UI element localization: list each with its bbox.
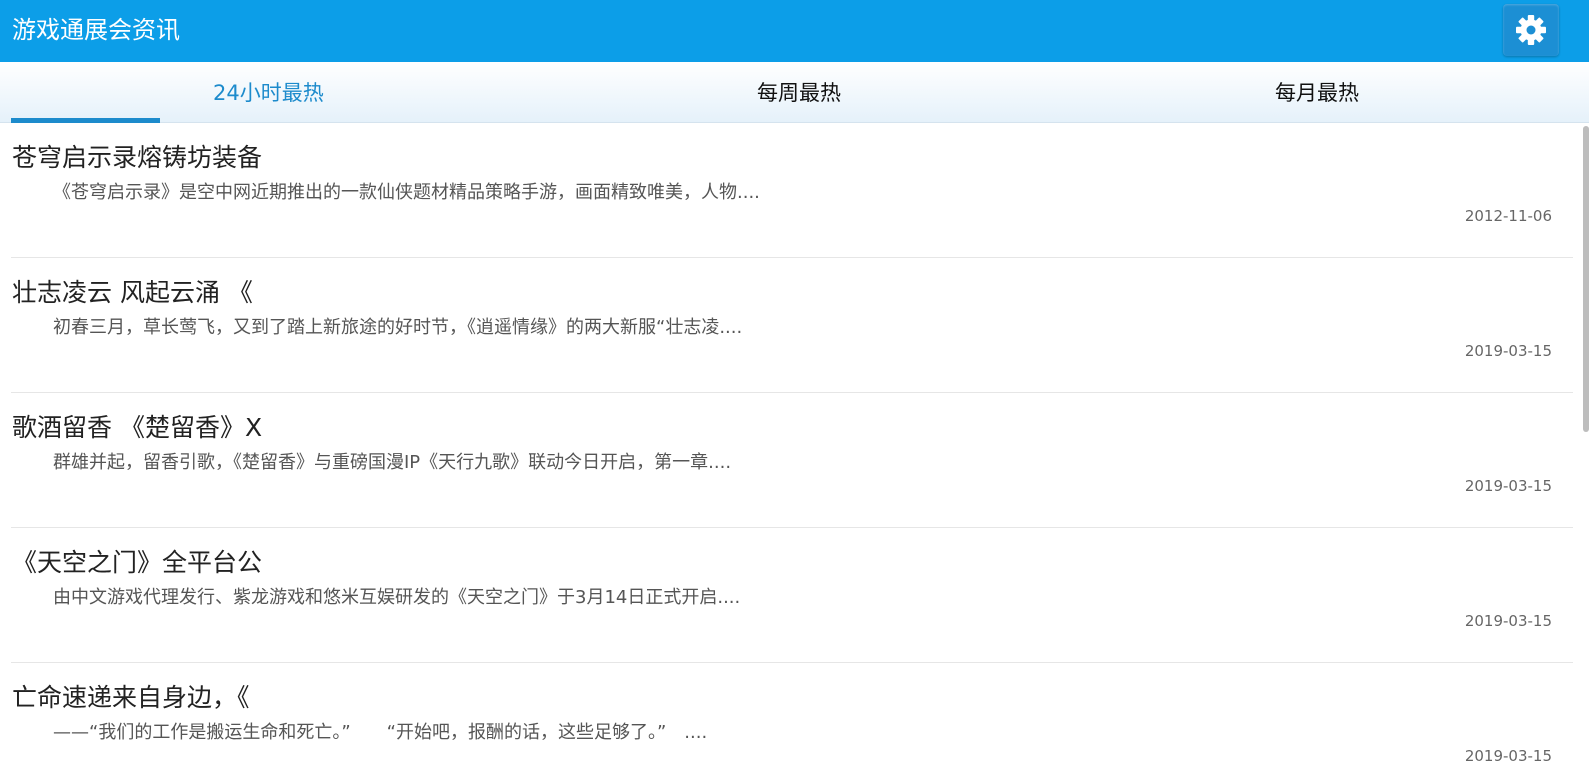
news-title: 亡命速递来自身边，《 xyxy=(12,683,250,712)
news-item[interactable]: 壮志凌云 风起云涌 《 初春三月，草长莺飞，又到了踏上新旅途的好时节，《逍遥情缘… xyxy=(0,258,1589,393)
news-title: 歌酒留香 《楚留香》X xyxy=(12,413,263,442)
news-title: 壮志凌云 风起云涌 《 xyxy=(12,278,253,307)
news-summary: 由中文游戏代理发行、紫龙游戏和悠米互娱研发的《天空之门》于3月14日正式开启..… xyxy=(53,587,741,608)
news-title: 《天空之门》全平台公 xyxy=(12,548,263,577)
tab-24h-hot[interactable]: 24小时最热 xyxy=(213,62,324,122)
title-bar: 游戏通展会资讯 xyxy=(0,0,1589,62)
news-summary: 《苍穹启示录》是空中网近期推出的一款仙侠题材精品策略手游，画面精致唯美，人物..… xyxy=(53,182,760,203)
news-summary: 初春三月，草长莺飞，又到了踏上新旅途的好时节，《逍遥情缘》的两大新服“壮志凌..… xyxy=(53,317,743,338)
news-date: 2019-03-15 xyxy=(1464,342,1552,360)
gear-icon xyxy=(1514,13,1548,47)
app-title: 游戏通展会资讯 xyxy=(12,16,180,44)
news-title: 苍穹启示录熔铸坊装备 xyxy=(12,143,263,172)
news-item[interactable]: 亡命速递来自身边，《 ——“我们的工作是搬运生命和死亡。” “开始吧，报酬的话，… xyxy=(0,663,1589,777)
news-item[interactable]: 《天空之门》全平台公 由中文游戏代理发行、紫龙游戏和悠米互娱研发的《天空之门》于… xyxy=(0,528,1589,663)
tab-bar: 24小时最热 每周最热 每月最热 xyxy=(0,62,1589,123)
tab-monthly-hot[interactable]: 每月最热 xyxy=(1275,62,1359,122)
news-date: 2019-03-15 xyxy=(1464,477,1552,495)
news-summary: 群雄并起，留香引歌，《楚留香》与重磅国漫IP《天行九歌》联动今日开启，第一章..… xyxy=(53,452,732,473)
news-date: 2019-03-15 xyxy=(1464,612,1552,630)
news-item[interactable]: 歌酒留香 《楚留香》X 群雄并起，留香引歌，《楚留香》与重磅国漫IP《天行九歌》… xyxy=(0,393,1589,528)
news-date: 2012-11-06 xyxy=(1464,207,1552,225)
news-list[interactable]: 苍穹启示录熔铸坊装备 《苍穹启示录》是空中网近期推出的一款仙侠题材精品策略手游，… xyxy=(0,123,1589,777)
news-date: 2019-03-15 xyxy=(1464,747,1552,765)
scrollbar[interactable] xyxy=(1583,126,1589,432)
tab-weekly-hot[interactable]: 每周最热 xyxy=(757,62,841,122)
news-item[interactable]: 苍穹启示录熔铸坊装备 《苍穹启示录》是空中网近期推出的一款仙侠题材精品策略手游，… xyxy=(0,123,1589,258)
news-summary: ——“我们的工作是搬运生命和死亡。” “开始吧，报酬的话，这些足够了。” ...… xyxy=(53,722,708,743)
settings-button[interactable] xyxy=(1503,4,1559,56)
app-window: 游戏通展会资讯 24小时最热 每周最热 每月最热 苍穹启示录熔铸坊装备 《苍穹启… xyxy=(0,0,1589,777)
